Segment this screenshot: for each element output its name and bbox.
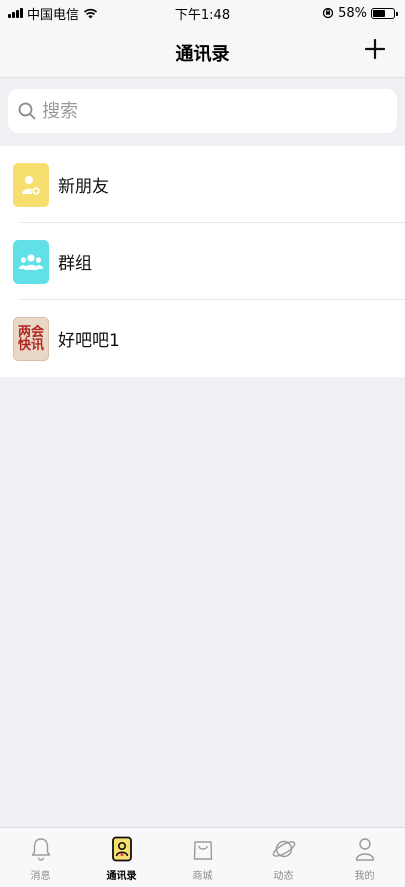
battery-icon — [371, 7, 398, 19]
battery-percent: 58% — [338, 5, 367, 21]
signal-icon — [8, 8, 23, 18]
tab-bar: 消息 通讯录 商城 动态 我的 — [0, 827, 405, 887]
contact-list: 新朋友 群组 两会 快讯 好吧吧1 — [0, 146, 405, 377]
list-item-label: 新朋友 — [58, 177, 109, 197]
tab-contacts[interactable]: 通讯录 — [81, 828, 162, 887]
battery-fill — [373, 9, 385, 17]
tab-label: 通讯录 — [106, 871, 137, 882]
tab-label: 商城 — [192, 871, 213, 882]
contacts-book-icon — [111, 836, 132, 862]
planet-icon — [272, 840, 295, 858]
avatar-text-line: 两会 — [17, 324, 44, 340]
wifi-icon — [83, 8, 98, 18]
tab-label: 我的 — [354, 871, 375, 882]
carrier-label: 中国电信 — [27, 7, 80, 23]
navigation-bar: 通讯录 — [0, 26, 405, 78]
search-icon — [18, 102, 36, 120]
search-section — [0, 78, 405, 146]
search-input[interactable] — [42, 100, 362, 122]
list-item-groups[interactable]: 群组 — [0, 223, 405, 300]
status-bar: 中国电信 下午1:48 58% — [0, 0, 405, 26]
plus-icon — [365, 39, 385, 59]
tab-messages[interactable]: 消息 — [0, 828, 81, 887]
tab-shop[interactable]: 商城 — [162, 828, 243, 887]
tab-label: 动态 — [273, 871, 294, 882]
tab-me[interactable]: 我的 — [324, 828, 405, 887]
list-item-contact[interactable]: 两会 快讯 好吧吧1 — [0, 300, 405, 377]
tab-moments[interactable]: 动态 — [243, 828, 324, 887]
list-item-label: 好吧吧1 — [58, 331, 120, 351]
avatar-text-line: 快讯 — [17, 337, 44, 353]
page-title: 通讯录 — [175, 44, 230, 65]
bell-icon — [31, 838, 50, 861]
add-button[interactable] — [363, 34, 387, 64]
shopping-bag-icon — [193, 841, 212, 860]
group-icon — [13, 239, 49, 284]
list-item-label: 群组 — [58, 254, 92, 274]
search-bar[interactable] — [8, 89, 397, 133]
list-item-new-friends[interactable]: 新朋友 — [0, 146, 405, 223]
status-left: 中国电信 — [8, 4, 98, 23]
status-right: 58% — [322, 5, 398, 21]
avatar: 两会 快讯 — [13, 316, 49, 361]
tab-label: 消息 — [30, 871, 51, 882]
user-icon — [355, 838, 374, 861]
rotation-lock-icon — [322, 7, 334, 19]
new-friend-icon — [13, 162, 49, 207]
